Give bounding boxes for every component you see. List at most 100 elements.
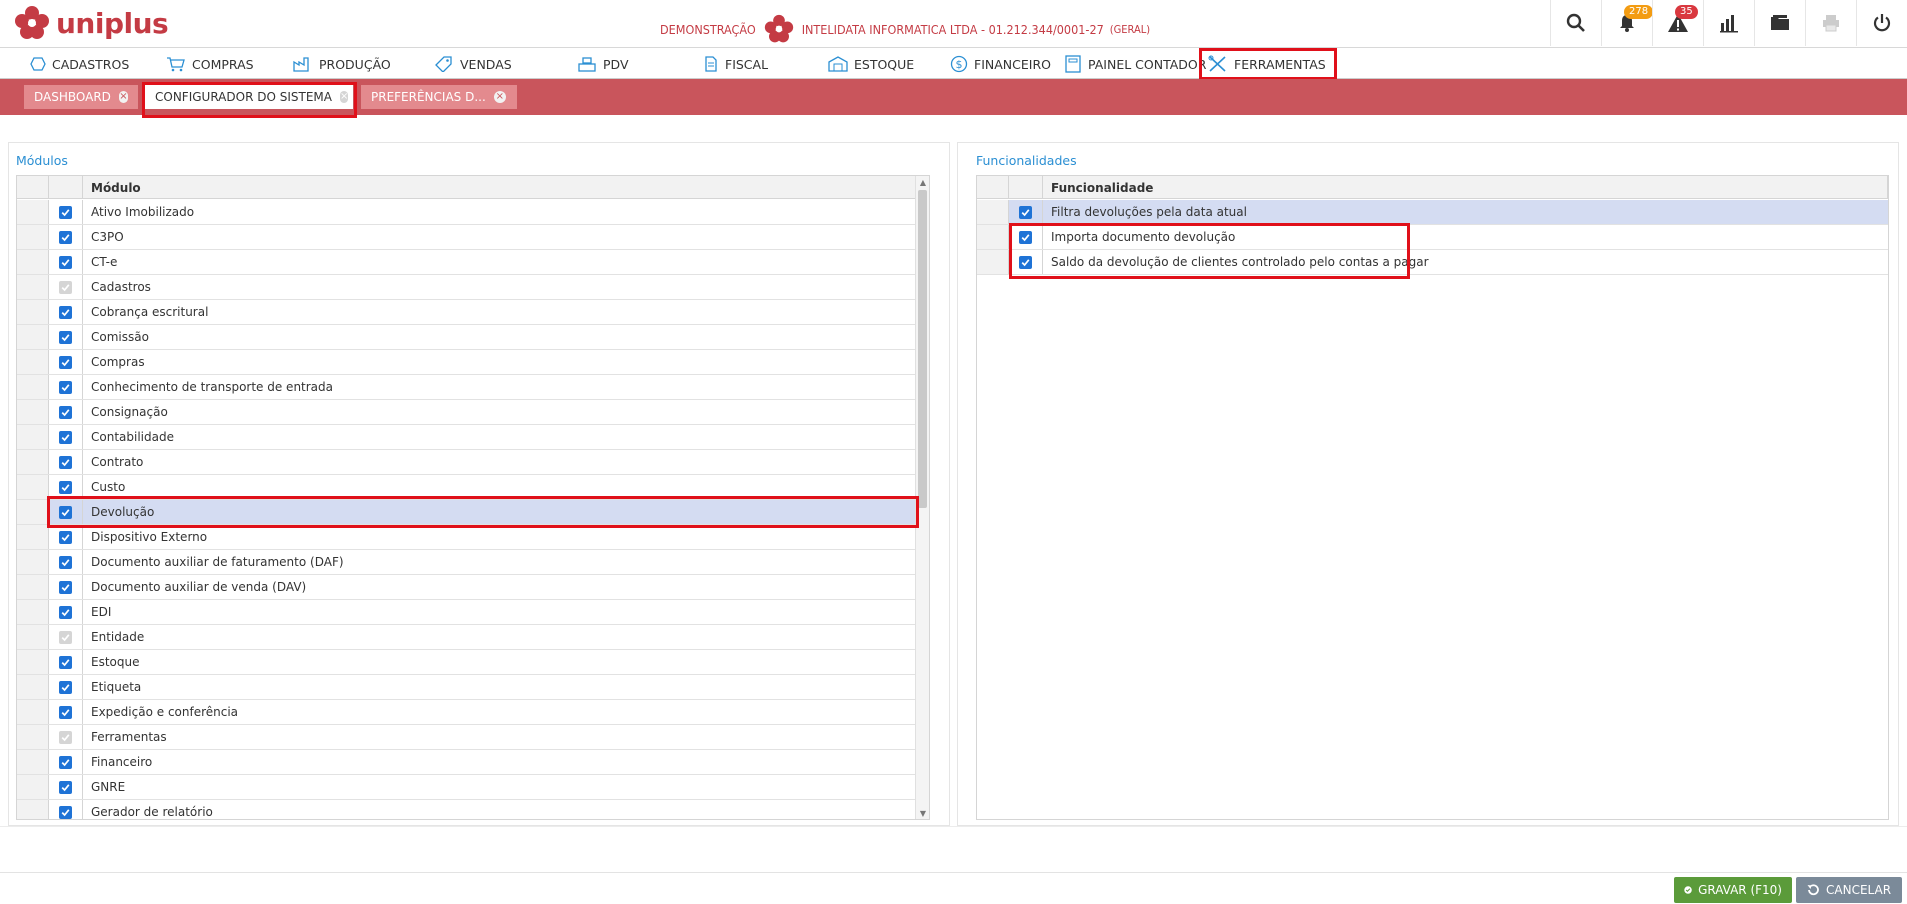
row-handle[interactable] xyxy=(17,800,49,819)
table-row[interactable]: Contabilidade xyxy=(17,425,916,450)
table-row[interactable]: GNRE xyxy=(17,775,916,800)
print-button[interactable] xyxy=(1805,0,1856,46)
row-handle[interactable] xyxy=(17,725,49,749)
table-row[interactable]: Dispositivo Externo xyxy=(17,525,916,550)
row-handle[interactable] xyxy=(17,750,49,774)
cancel-button[interactable]: CANCELAR xyxy=(1796,877,1902,903)
table-row[interactable]: Etiqueta xyxy=(17,675,916,700)
menu-producao[interactable]: PRODUÇÃO xyxy=(293,49,391,79)
close-tab-icon[interactable]: × xyxy=(493,91,506,103)
tab-configurador-do-sistema[interactable]: CONFIGURADOR DO SISTEMA × xyxy=(145,85,353,109)
row-handle[interactable] xyxy=(17,475,49,499)
scroll-up-icon[interactable]: ▲ xyxy=(916,176,929,188)
row-handle[interactable] xyxy=(17,600,49,624)
table-row[interactable]: Conhecimento de transporte de entrada xyxy=(17,375,916,400)
table-row[interactable]: Consignação xyxy=(17,400,916,425)
row-checkbox[interactable] xyxy=(59,505,72,519)
row-handle[interactable] xyxy=(17,525,49,549)
menu-fiscal[interactable]: FISCAL xyxy=(703,49,768,79)
row-checkbox[interactable] xyxy=(59,255,72,269)
row-handle[interactable] xyxy=(977,250,1009,274)
row-handle[interactable] xyxy=(977,225,1009,249)
notifications-button[interactable]: 278 xyxy=(1601,0,1654,46)
menu-vendas[interactable]: VENDAS xyxy=(434,49,512,79)
row-checkbox[interactable] xyxy=(59,655,72,669)
close-tab-icon[interactable]: × xyxy=(118,91,128,103)
row-handle[interactable] xyxy=(17,225,49,249)
close-tab-icon[interactable]: × xyxy=(339,91,349,103)
table-row[interactable]: Entidade xyxy=(17,625,916,650)
row-checkbox[interactable] xyxy=(1019,230,1032,244)
table-row[interactable]: Custo xyxy=(17,475,916,500)
reports-button[interactable] xyxy=(1703,0,1754,46)
row-handle[interactable] xyxy=(17,675,49,699)
row-handle[interactable] xyxy=(17,350,49,374)
scrollbar-thumb[interactable] xyxy=(918,190,927,508)
row-checkbox[interactable] xyxy=(59,205,72,219)
row-handle[interactable] xyxy=(17,700,49,724)
alerts-button[interactable]: 35 xyxy=(1652,0,1703,46)
table-row[interactable]: Cobrança escritural xyxy=(17,300,916,325)
save-button[interactable]: GRAVAR (F10) xyxy=(1674,877,1792,903)
row-handle[interactable] xyxy=(17,775,49,799)
logout-button[interactable] xyxy=(1856,0,1907,46)
files-button[interactable] xyxy=(1754,0,1805,46)
row-handle[interactable] xyxy=(17,400,49,424)
row-handle[interactable] xyxy=(17,300,49,324)
table-row[interactable]: Comissão xyxy=(17,325,916,350)
table-row[interactable]: EDI xyxy=(17,600,916,625)
row-handle[interactable] xyxy=(17,425,49,449)
row-checkbox[interactable] xyxy=(59,430,72,444)
row-checkbox[interactable] xyxy=(59,580,72,594)
row-handle[interactable] xyxy=(17,250,49,274)
row-handle[interactable] xyxy=(17,650,49,674)
row-checkbox[interactable] xyxy=(59,480,72,494)
row-handle[interactable] xyxy=(17,375,49,399)
menu-financeiro[interactable]: $ FINANCEIRO xyxy=(950,49,1051,79)
row-handle[interactable] xyxy=(17,500,49,524)
row-handle[interactable] xyxy=(17,550,49,574)
menu-painel-contador[interactable]: PAINEL CONTADOR xyxy=(1064,49,1206,79)
table-row[interactable]: Gerador de relatório xyxy=(17,800,916,819)
tab-dashboard[interactable]: DASHBOARD × xyxy=(24,85,138,109)
row-checkbox[interactable] xyxy=(59,755,72,769)
row-checkbox[interactable] xyxy=(59,305,72,319)
table-row[interactable]: Documento auxiliar de venda (DAV) xyxy=(17,575,916,600)
table-row[interactable]: Cadastros xyxy=(17,275,916,300)
table-row[interactable]: Filtra devoluções pela data atual xyxy=(977,200,1888,225)
menu-compras[interactable]: COMPRAS xyxy=(166,49,254,79)
table-row[interactable]: Ativo Imobilizado xyxy=(17,200,916,225)
menu-cadastros[interactable]: CADASTROS xyxy=(30,49,129,79)
row-checkbox[interactable] xyxy=(59,530,72,544)
table-row[interactable]: Devolução xyxy=(17,500,916,525)
row-checkbox[interactable] xyxy=(59,555,72,569)
table-row[interactable]: Importa documento devolução xyxy=(977,225,1888,250)
row-checkbox[interactable] xyxy=(59,355,72,369)
menu-ferramentas[interactable]: FERRAMENTAS xyxy=(1208,49,1326,79)
row-checkbox[interactable] xyxy=(59,680,72,694)
table-row[interactable]: Contrato xyxy=(17,450,916,475)
menu-estoque[interactable]: ESTOQUE xyxy=(828,49,914,79)
table-row[interactable]: Documento auxiliar de faturamento (DAF) xyxy=(17,550,916,575)
row-checkbox[interactable] xyxy=(59,330,72,344)
row-handle[interactable] xyxy=(17,325,49,349)
table-row[interactable]: C3PO xyxy=(17,225,916,250)
row-checkbox[interactable] xyxy=(1019,205,1032,219)
modules-scrollbar[interactable]: ▲ ▼ xyxy=(915,176,929,819)
row-handle[interactable] xyxy=(17,450,49,474)
row-handle[interactable] xyxy=(17,275,49,299)
table-row[interactable]: Financeiro xyxy=(17,750,916,775)
row-checkbox[interactable] xyxy=(59,705,72,719)
row-checkbox[interactable] xyxy=(59,605,72,619)
search-button[interactable] xyxy=(1550,0,1601,46)
table-row[interactable]: Saldo da devolução de clientes controlad… xyxy=(977,250,1888,275)
table-row[interactable]: Ferramentas xyxy=(17,725,916,750)
row-checkbox[interactable] xyxy=(59,230,72,244)
tab-preferencias[interactable]: PREFERÊNCIAS D... × xyxy=(361,85,517,109)
table-row[interactable]: Compras xyxy=(17,350,916,375)
row-checkbox[interactable] xyxy=(59,805,72,819)
row-handle[interactable] xyxy=(17,575,49,599)
row-handle[interactable] xyxy=(17,200,49,224)
menu-pdv[interactable]: PDV xyxy=(577,49,629,79)
row-checkbox[interactable] xyxy=(59,380,72,394)
